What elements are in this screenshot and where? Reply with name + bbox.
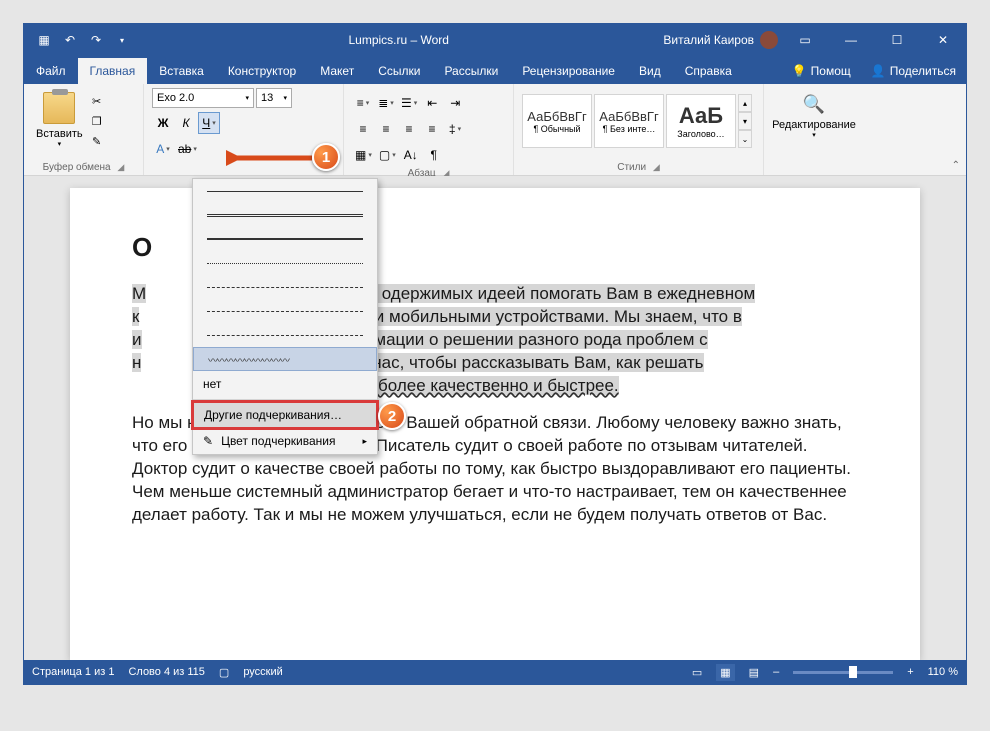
italic-button[interactable]: К (175, 112, 197, 134)
borders-button[interactable]: ▢ (376, 144, 399, 166)
bold-button[interactable]: Ж (152, 112, 174, 134)
undo-icon[interactable]: ↶ (58, 28, 82, 52)
shading-button[interactable]: ▦ (352, 144, 375, 166)
ribbon: Вставить ▾ ✂ ❐ ✎ Буфер обмена ◢ Exo 2.0▾… (24, 84, 966, 176)
window-title: Lumpics.ru – Word (134, 33, 663, 47)
print-layout-icon[interactable]: ▦ (716, 664, 734, 681)
tab-layout[interactable]: Макет (308, 58, 366, 84)
spellcheck-icon[interactable]: ▢ (219, 666, 229, 679)
close-icon[interactable]: ✕ (920, 24, 966, 56)
search-icon: 🔍 (803, 94, 825, 115)
font-size-select[interactable]: 13▾ (256, 88, 292, 108)
styles-label: Стили (617, 162, 646, 173)
user-name[interactable]: Виталий Каиров (663, 33, 754, 47)
show-marks-button[interactable]: ¶ (423, 144, 445, 166)
strikethrough-button[interactable]: ab (175, 138, 200, 160)
underline-wave[interactable]: 〰〰〰〰〰〰〰〰〰 (193, 347, 377, 371)
share-button[interactable]: 👤 Поделиться (861, 58, 966, 84)
format-painter-icon[interactable]: ✎ (87, 132, 107, 150)
zoom-level[interactable]: 110 % (928, 666, 958, 678)
document-area[interactable]: О Мтов, одержимых идеей помогать Вам в е… (24, 176, 966, 660)
underline-thick[interactable] (193, 227, 377, 251)
underline-button[interactable]: Ч (198, 112, 220, 134)
underline-dropdown: 〰〰〰〰〰〰〰〰〰 нет Другие подчеркивания… ✎Цве… (192, 178, 378, 455)
editing-button[interactable]: 🔍 Редактирование ▾ (772, 88, 856, 139)
tell-me[interactable]: 💡 Помощ (782, 58, 861, 84)
underline-color[interactable]: ✎Цвет подчеркивания▸ (193, 428, 377, 454)
styles-launcher[interactable]: ◢ (649, 162, 660, 172)
tab-file[interactable]: Файл (24, 58, 78, 84)
underline-dashdotdot[interactable] (193, 323, 377, 347)
group-editing: 🔍 Редактирование ▾ (764, 84, 864, 175)
styles-up-icon[interactable]: ▴ (738, 94, 752, 112)
cut-icon[interactable]: ✂ (87, 92, 107, 110)
underline-single[interactable] (193, 179, 377, 203)
word-window: ▦ ↶ ↷ ▾ Lumpics.ru – Word Виталий Каиров… (23, 23, 967, 685)
status-words[interactable]: Слово 4 из 115 (128, 666, 204, 678)
status-page[interactable]: Страница 1 из 1 (32, 666, 114, 678)
ribbon-tabs: Файл Главная Вставка Конструктор Макет С… (24, 56, 966, 84)
tab-references[interactable]: Ссылки (366, 58, 432, 84)
style-heading1[interactable]: АаБЗаголово… (666, 94, 736, 148)
styles-more-icon[interactable]: ⌄ (738, 130, 752, 148)
decrease-indent-button[interactable]: ⇤ (421, 92, 443, 114)
styles-down-icon[interactable]: ▾ (738, 112, 752, 130)
align-center-button[interactable]: ≡ (375, 118, 397, 140)
underline-dots[interactable] (193, 251, 377, 275)
group-styles: АаБбВвГг¶ Обычный АаБбВвГг¶ Без инте… Аа… (514, 84, 764, 175)
callout-1: 1 (312, 143, 340, 171)
paste-button[interactable]: Вставить ▾ (32, 88, 87, 152)
statusbar: Страница 1 из 1 Слово 4 из 115 ▢ русский… (24, 660, 966, 684)
underline-dash[interactable] (193, 275, 377, 299)
font-name-select[interactable]: Exo 2.0▾ (152, 88, 254, 108)
tab-review[interactable]: Рецензирование (510, 58, 627, 84)
callout-2: 2 (378, 402, 406, 430)
ribbon-options-icon[interactable]: ▭ (782, 24, 828, 56)
bullets-button[interactable]: ≡ (352, 92, 374, 114)
zoom-in-icon[interactable]: + (907, 666, 913, 678)
group-clipboard: Вставить ▾ ✂ ❐ ✎ Буфер обмена ◢ (24, 84, 144, 175)
align-right-button[interactable]: ≡ (398, 118, 420, 140)
style-normal[interactable]: АаБбВвГг¶ Обычный (522, 94, 592, 148)
clipboard-label: Буфер обмена (43, 162, 111, 173)
justify-button[interactable]: ≡ (421, 118, 443, 140)
clipboard-launcher[interactable]: ◢ (113, 162, 124, 172)
numbering-button[interactable]: ≣ (375, 92, 397, 114)
paste-icon (43, 92, 75, 124)
style-nospacing[interactable]: АаБбВвГг¶ Без инте… (594, 94, 664, 148)
zoom-out-icon[interactable]: – (773, 666, 779, 678)
align-left-button[interactable]: ≡ (352, 118, 374, 140)
copy-icon[interactable]: ❐ (87, 112, 107, 130)
line-spacing-button[interactable]: ‡ (444, 118, 466, 140)
maximize-icon[interactable]: ☐ (874, 24, 920, 56)
tab-help[interactable]: Справка (673, 58, 744, 84)
qat-more-icon[interactable]: ▾ (110, 28, 134, 52)
web-layout-icon[interactable]: ▤ (749, 666, 759, 679)
underline-more[interactable]: Другие подчеркивания… (193, 402, 377, 428)
underline-none[interactable]: нет (193, 371, 377, 397)
zoom-slider[interactable] (793, 671, 893, 674)
underline-double[interactable] (193, 203, 377, 227)
underline-dashdot[interactable] (193, 299, 377, 323)
tab-mailings[interactable]: Рассылки (432, 58, 510, 84)
tab-insert[interactable]: Вставка (147, 58, 216, 84)
tab-home[interactable]: Главная (78, 58, 148, 84)
redo-icon[interactable]: ↷ (84, 28, 108, 52)
multilevel-button[interactable]: ☰ (398, 92, 420, 114)
collapse-ribbon-icon[interactable]: ⌃ (952, 160, 960, 171)
tab-design[interactable]: Конструктор (216, 58, 308, 84)
group-paragraph: ≡ ≣ ☰ ⇤ ⇥ ≡ ≡ ≡ ≡ ‡ ▦ ▢ A↓ ¶ (344, 84, 514, 175)
increase-indent-button[interactable]: ⇥ (444, 92, 466, 114)
titlebar: ▦ ↶ ↷ ▾ Lumpics.ru – Word Виталий Каиров… (24, 24, 966, 56)
status-language[interactable]: русский (243, 666, 282, 678)
pen-icon: ✎ (203, 434, 213, 448)
avatar[interactable] (760, 31, 778, 49)
minimize-icon[interactable]: — (828, 24, 874, 56)
sort-button[interactable]: A↓ (400, 144, 422, 166)
arrow-1-icon (226, 146, 316, 170)
text-effects-button[interactable]: A (152, 138, 174, 160)
read-mode-icon[interactable]: ▭ (692, 666, 702, 679)
autosave-icon[interactable]: ▦ (32, 28, 56, 52)
tab-view[interactable]: Вид (627, 58, 673, 84)
